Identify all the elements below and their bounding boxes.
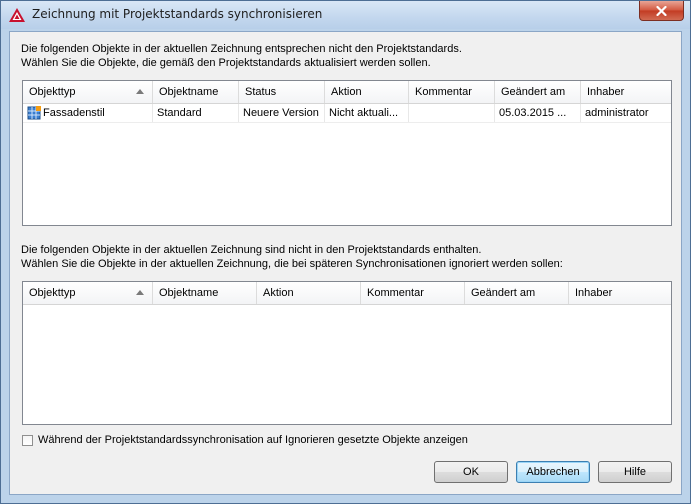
cell-aktion[interactable]: Nicht aktuali... xyxy=(325,104,409,122)
cell-geaendert-am: 05.03.2015 ... xyxy=(495,104,581,122)
section2-description-line1: Die folgenden Objekte in der aktuellen Z… xyxy=(21,244,482,256)
show-ignored-checkbox[interactable] xyxy=(22,434,33,446)
column-header-kommentar[interactable]: Kommentar xyxy=(361,282,465,304)
column-header-kommentar[interactable]: Kommentar xyxy=(409,81,495,103)
section1-description-line2: Wählen Sie die Objekte, die gemäß den Pr… xyxy=(21,57,431,69)
ok-button[interactable]: OK xyxy=(434,461,508,483)
column-header-geaendert-am[interactable]: Geändert am xyxy=(495,81,581,103)
column-header-objektname[interactable]: Objektname xyxy=(153,282,257,304)
sort-ascending-icon xyxy=(136,290,144,295)
list-header: Objekttyp Objektname Aktion Kommentar Ge… xyxy=(23,282,671,305)
window-title: Zeichnung mit Projektstandards synchroni… xyxy=(32,7,323,21)
column-header-objekttyp[interactable]: Objekttyp xyxy=(23,282,153,304)
list-header: Objekttyp Objektname Status Aktion Komme… xyxy=(23,81,671,104)
cell-kommentar xyxy=(409,104,495,122)
cell-status: Neuere Version xyxy=(239,104,325,122)
sort-ascending-icon xyxy=(136,89,144,94)
column-header-inhaber[interactable]: Inhaber xyxy=(569,282,671,304)
table-row[interactable]: Fassadenstil Standard Neuere Version Nic… xyxy=(23,104,671,123)
column-header-objektname[interactable]: Objektname xyxy=(153,81,239,103)
cell-objektname: Standard xyxy=(153,104,239,122)
column-header-aktion[interactable]: Aktion xyxy=(257,282,361,304)
section2-description-line2: Wählen Sie die Objekte in der aktuellen … xyxy=(21,258,563,270)
column-header-aktion[interactable]: Aktion xyxy=(325,81,409,103)
show-ignored-option[interactable]: Während der Projektstandardssynchronisat… xyxy=(22,434,468,446)
title-bar[interactable]: Zeichnung mit Projektstandards synchroni… xyxy=(1,1,690,29)
untracked-objects-list[interactable]: Objekttyp Objektname Aktion Kommentar Ge… xyxy=(22,281,672,425)
facade-style-icon xyxy=(27,106,41,120)
close-icon xyxy=(656,5,667,16)
column-header-objekttyp[interactable]: Objekttyp xyxy=(23,81,153,103)
show-ignored-label[interactable]: Während der Projektstandardssynchronisat… xyxy=(38,434,468,446)
help-button[interactable]: Hilfe xyxy=(598,461,672,483)
close-button[interactable] xyxy=(639,1,684,21)
cell-inhaber: administrator xyxy=(585,107,649,119)
section1-description-line1: Die folgenden Objekte in der aktuellen Z… xyxy=(21,43,462,55)
cell-objekttyp: Fassadenstil xyxy=(23,104,153,122)
column-header-geaendert-am[interactable]: Geändert am xyxy=(465,282,569,304)
column-header-inhaber[interactable]: Inhaber xyxy=(581,81,671,103)
cancel-button[interactable]: Abbrechen xyxy=(516,461,590,483)
nonconforming-objects-list[interactable]: Objekttyp Objektname Status Aktion Komme… xyxy=(22,80,672,226)
autocad-logo-icon xyxy=(9,8,25,22)
dialog-window: Zeichnung mit Projektstandards synchroni… xyxy=(0,0,691,504)
dialog-client-area: Die folgenden Objekte in der aktuellen Z… xyxy=(9,31,682,495)
column-header-status[interactable]: Status xyxy=(239,81,325,103)
